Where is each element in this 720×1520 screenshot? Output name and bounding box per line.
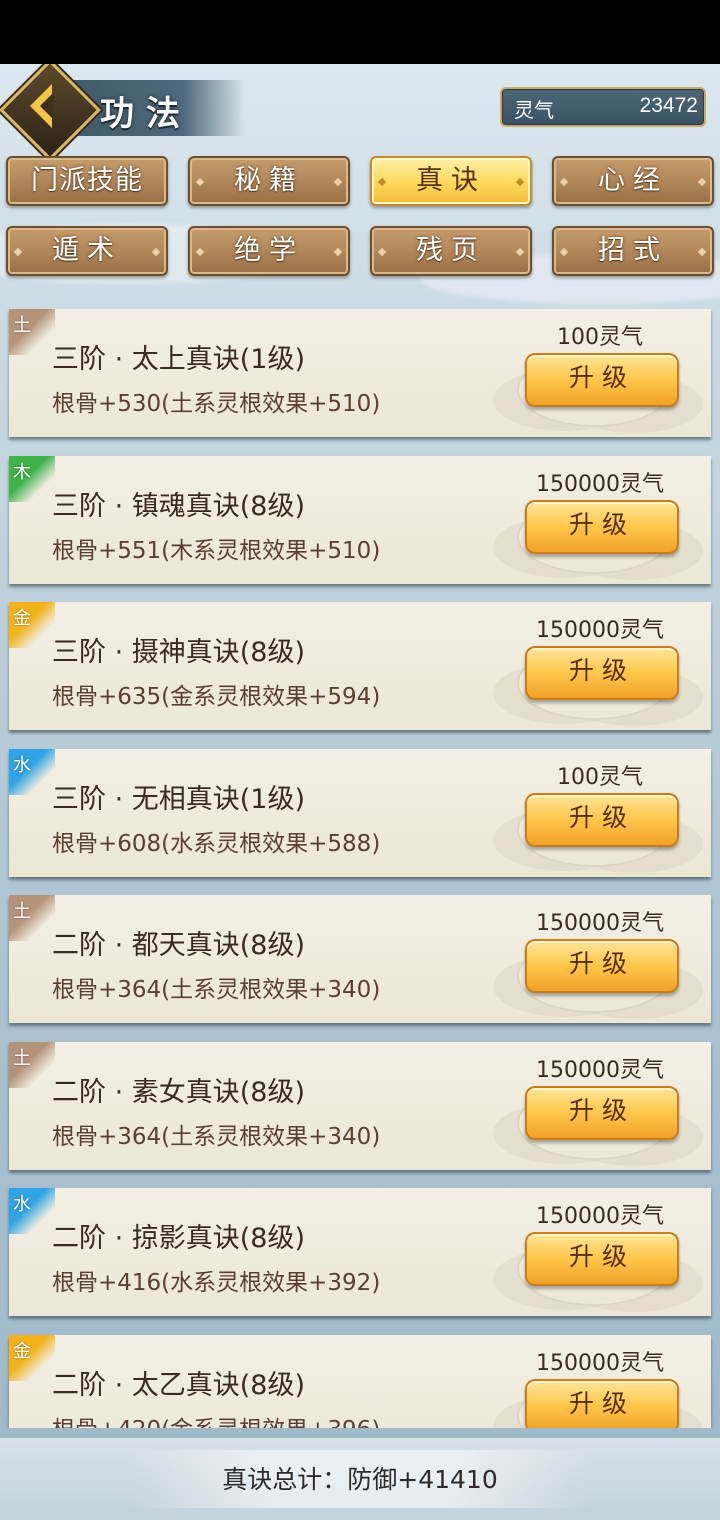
- element-label: 水: [13, 754, 31, 776]
- tab-unique-skills[interactable]: 绝学: [188, 226, 350, 276]
- tab-secret-books[interactable]: 秘籍: [188, 156, 350, 206]
- tab-label: 招式: [598, 235, 668, 266]
- skill-list[interactable]: 土三阶 · 太上真诀(1级) 根骨+530(土系灵根效果+510) 100灵气 升级木…: [0, 288, 720, 1428]
- currency-value: 23472: [639, 94, 698, 117]
- skill-effect: 根骨+416(水系灵根效果+392): [52, 1270, 381, 1296]
- element-label: 土: [13, 901, 31, 922]
- chevron-left-icon-inner: [40, 93, 53, 119]
- skill-effect: 根骨+608(水系灵根效果+588): [52, 830, 381, 857]
- skill-name: 二阶 · 都天真诀(8级): [52, 930, 305, 961]
- skill-effect: 根骨+364(土系灵根效果+340): [52, 977, 381, 1003]
- skill-effect: 根骨+635(金系灵根效果+594): [52, 684, 381, 710]
- skill-card: 土二阶 · 素女真诀(8级) 根骨+364(土系灵根效果+340) 150000灵气…: [9, 1041, 711, 1170]
- tab-escape-arts[interactable]: 遁术: [6, 226, 168, 276]
- upgrade-cost: 150000灵气: [536, 1350, 664, 1376]
- tab-true-arts[interactable]: 真诀: [370, 156, 532, 206]
- upgrade-button[interactable]: 升级: [525, 1378, 679, 1428]
- page-title: 功法: [100, 94, 192, 134]
- upgrade-cost: 100灵气: [557, 325, 643, 350]
- tab-label: 秘籍: [234, 165, 304, 196]
- upgrade-cost: 150000灵气: [536, 471, 664, 497]
- tab-heart-sutra[interactable]: 心经: [552, 156, 714, 206]
- tab-label: 遁术: [52, 235, 122, 266]
- upgrade-button[interactable]: 升级: [525, 792, 679, 847]
- tab-moves[interactable]: 招式: [552, 226, 714, 276]
- element-label: 土: [13, 1047, 31, 1069]
- skill-card: 木三阶 · 镇魂真诀(8级) 根骨+551(木系灵根效果+510) 150000灵气…: [9, 455, 711, 584]
- element-label: 金: [13, 1340, 31, 1362]
- upgrade-button[interactable]: 升级: [525, 646, 679, 700]
- skill-card: 水二阶 · 掠影真诀(8级) 根骨+416(水系灵根效果+392) 150000灵气…: [9, 1188, 711, 1316]
- skill-name: 二阶 · 太乙真诀(8级): [52, 1369, 305, 1401]
- skill-effect: 根骨+551(木系灵根效果+510): [52, 537, 381, 564]
- skill-name: 三阶 · 太上真诀(1级): [52, 344, 305, 375]
- skill-card: 水三阶 · 无相真诀(1级) 根骨+608(水系灵根效果+588) 100灵气 升级: [9, 748, 711, 877]
- currency-display: 灵气 23472: [500, 87, 706, 127]
- upgrade-cost: 150000灵气: [536, 911, 664, 936]
- skill-name: 二阶 · 素女真诀(8级): [52, 1076, 305, 1108]
- skill-card: 金三阶 · 摄神真诀(8级) 根骨+635(金系灵根效果+594) 150000灵气…: [9, 602, 711, 730]
- upgrade-cost: 150000灵气: [536, 1204, 664, 1229]
- skill-card: 金二阶 · 太乙真诀(8级) 根骨+420(金系灵根效果+396) 150000灵气…: [9, 1334, 711, 1429]
- upgrade-cost: 150000灵气: [536, 1057, 664, 1083]
- upgrade-button[interactable]: 升级: [525, 1232, 679, 1286]
- game-screen: 功法 灵气 23472 门派技能 秘籍 真诀 心经 遁术 绝学 残页 招式 土三…: [0, 64, 720, 1520]
- skill-card: 土二阶 · 都天真诀(8级) 根骨+364(土系灵根效果+340) 150000灵气…: [9, 895, 711, 1023]
- skill-name: 二阶 · 掠影真诀(8级): [52, 1223, 305, 1254]
- status-bar: [0, 0, 720, 64]
- tab-label: 残页: [416, 235, 486, 266]
- upgrade-cost: 100灵气: [557, 764, 643, 790]
- summary-text: 真诀总计：防御+41410: [222, 1465, 498, 1494]
- element-label: 土: [13, 315, 31, 336]
- skill-effect: 根骨+530(土系灵根效果+510): [52, 391, 381, 417]
- upgrade-cost: 150000灵气: [536, 618, 664, 643]
- upgrade-button[interactable]: 升级: [525, 353, 679, 407]
- element-label: 木: [13, 461, 31, 483]
- skill-name: 三阶 · 摄神真诀(8级): [52, 637, 305, 668]
- skill-effect: 根骨+364(土系灵根效果+340): [52, 1123, 381, 1150]
- tab-label: 真诀: [416, 165, 486, 196]
- tab-label: 门派技能: [31, 165, 143, 196]
- tab-label: 绝学: [234, 235, 304, 266]
- skill-name: 三阶 · 无相真诀(1级): [52, 783, 305, 815]
- skill-effect: 根骨+420(金系灵根效果+396): [52, 1410, 380, 1429]
- element-label: 水: [13, 1194, 31, 1215]
- currency-label: 灵气: [514, 98, 554, 122]
- upgrade-button[interactable]: 升级: [525, 1085, 679, 1140]
- upgrade-button[interactable]: 升级: [525, 499, 679, 554]
- skill-card: 土三阶 · 太上真诀(1级) 根骨+530(土系灵根效果+510) 100灵气升级: [9, 309, 711, 437]
- tab-menpai-skills[interactable]: 门派技能: [6, 156, 168, 206]
- tab-label: 心经: [598, 165, 668, 196]
- tab-fragments[interactable]: 残页: [370, 226, 532, 276]
- upgrade-button[interactable]: 升级: [525, 939, 679, 993]
- skill-name: 三阶 · 镇魂真诀(8级): [52, 490, 305, 522]
- summary-footer: 真诀总计：防御+41410: [0, 1438, 720, 1520]
- element-label: 金: [13, 608, 31, 629]
